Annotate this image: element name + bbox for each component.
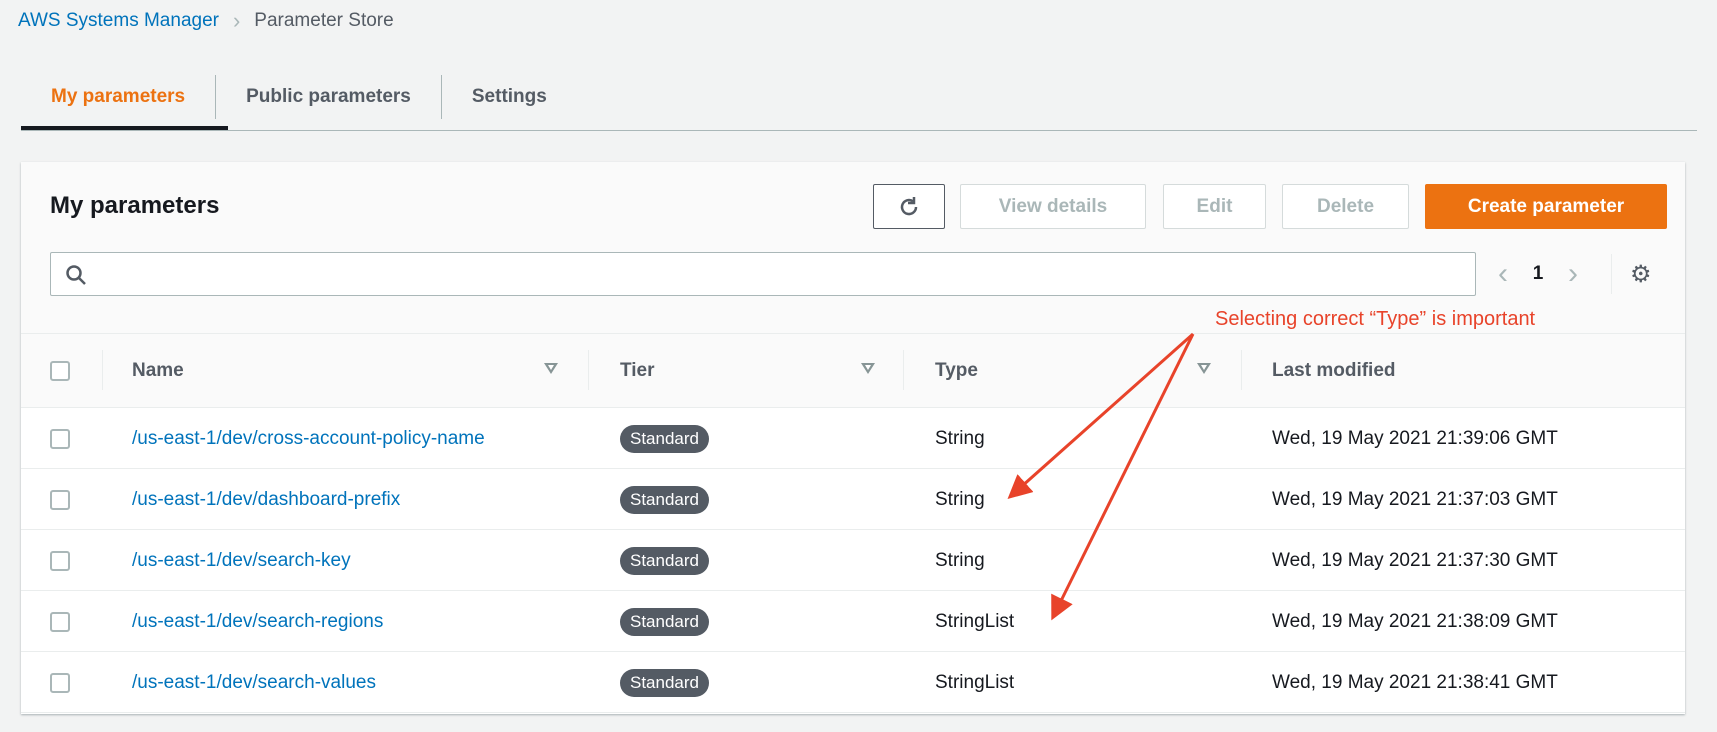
annotation-arrows <box>1007 332 1195 621</box>
annotation-arrow <box>1007 332 1194 499</box>
annotation-arrow <box>1051 333 1195 621</box>
